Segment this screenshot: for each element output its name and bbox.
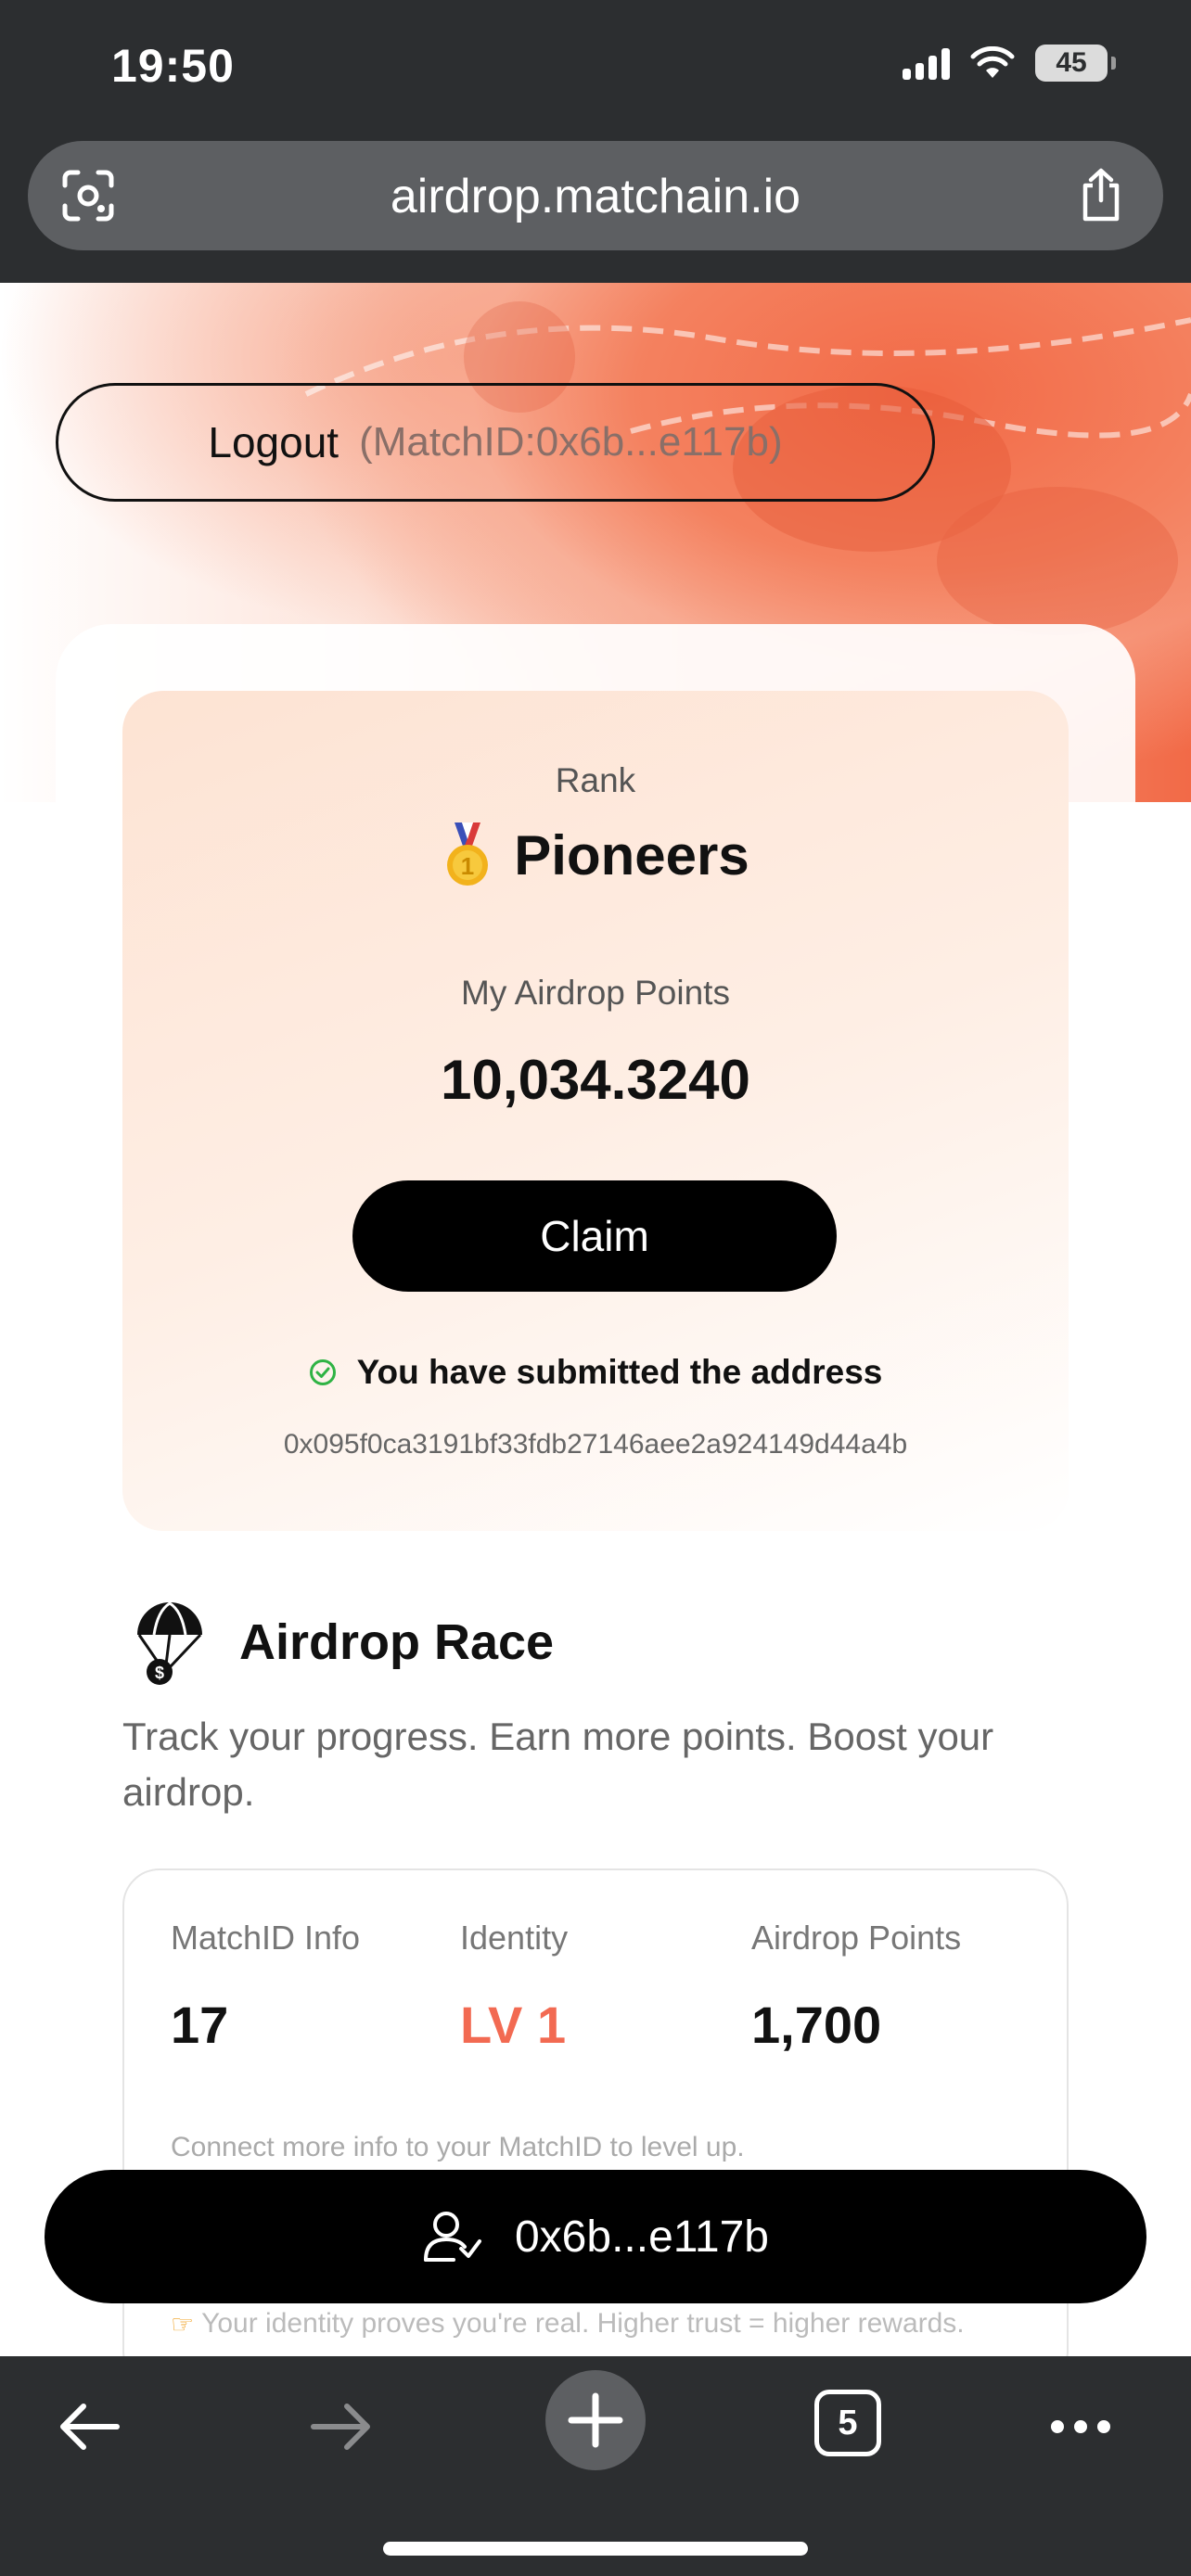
parachute-icon: $ <box>137 1601 202 1685</box>
more-options-icon[interactable] <box>1048 2399 1113 2455</box>
matchid-info-label: MatchID Info <box>171 1919 361 1957</box>
signal-icon <box>903 46 950 80</box>
gold-medal-icon: 1 <box>447 823 489 886</box>
status-icons: 45 <box>903 45 1116 82</box>
svg-text:1: 1 <box>461 852 474 880</box>
rank-card: Rank 1 Pioneers My Airdrop Points 10,034… <box>122 691 1069 1531</box>
logout-label: Logout <box>208 418 339 466</box>
home-indicator <box>383 2542 808 2556</box>
user-check-icon <box>423 2212 481 2262</box>
forward-arrow-icon[interactable] <box>308 2399 375 2455</box>
browser-top-chrome: 19:50 45 airdrop.matchain.io <box>0 0 1191 283</box>
airdrop-points-label: Airdrop Points <box>751 1919 962 1957</box>
browser-bottom-toolbar: 5 <box>0 2356 1191 2576</box>
matchid-label: (MatchID:0x6b...e117b) <box>359 419 783 465</box>
airdrop-race-description: Track your progress. Earn more points. B… <box>122 1715 994 1814</box>
main-panel: Rank 1 Pioneers My Airdrop Points 10,034… <box>56 624 1135 2356</box>
airdrop-race-header: $ Airdrop Race <box>132 1598 554 1687</box>
level-up-note: Connect more info to your MatchID to lev… <box>171 2132 745 2162</box>
tabs-button[interactable]: 5 <box>814 2390 881 2456</box>
wifi-icon <box>970 46 1015 78</box>
identity-tip-text: Your identity proves you're real. Higher… <box>201 2308 965 2339</box>
logout-button[interactable]: Logout (MatchID:0x6b...e117b) <box>56 383 935 502</box>
check-circle-icon <box>309 1359 336 1385</box>
airdrop-race-title: Airdrop Race <box>239 1614 555 1670</box>
url-bar[interactable]: airdrop.matchain.io <box>28 141 1163 250</box>
submitted-address: 0x095f0ca3191bf33fdb27146aee2a924149d44a… <box>283 1429 908 1460</box>
identity-column: Identity LV 1 <box>460 1919 568 2055</box>
submitted-text: You have submitted the address <box>356 1353 883 1391</box>
rank-label: Rank <box>555 761 636 799</box>
matchid-info-column: MatchID Info 17 <box>171 1919 360 2055</box>
identity-label: Identity <box>460 1919 569 1957</box>
web-content: Logout (MatchID:0x6b...e117b) Rank 1 Pio… <box>0 283 1191 2356</box>
back-arrow-icon[interactable] <box>56 2399 122 2455</box>
identity-tip: ☞ Your identity proves you're real. High… <box>171 2308 965 2340</box>
wallet-address-button[interactable]: 0x6b...e117b <box>45 2170 1146 2303</box>
claim-button[interactable]: Claim <box>352 1180 837 1292</box>
wallet-address: 0x6b...e117b <box>514 2212 769 2262</box>
rank-name: Pioneers <box>514 823 749 886</box>
airdrop-points-value: 1,700 <box>751 1996 882 2054</box>
points-value: 10,034.3240 <box>441 1049 750 1111</box>
rank-row: 1 Pioneers <box>122 821 1069 889</box>
svg-text:$: $ <box>155 1664 164 1682</box>
plus-icon <box>568 2392 623 2448</box>
new-tab-button[interactable] <box>545 2370 646 2470</box>
airdrop-points-column: Airdrop Points 1,700 <box>751 1919 961 2055</box>
points-label: My Airdrop Points <box>461 974 730 1012</box>
submitted-status: You have submitted the address <box>122 1353 1069 1392</box>
identity-level: LV 1 <box>460 1996 567 2054</box>
url-text[interactable]: airdrop.matchain.io <box>28 169 1163 224</box>
status-time: 19:50 <box>111 40 235 92</box>
share-icon[interactable] <box>1076 167 1126 223</box>
pointing-hand-icon: ☞ <box>171 2309 195 2339</box>
matchid-info-value: 17 <box>171 1996 229 2054</box>
battery-icon: 45 <box>1035 45 1116 82</box>
